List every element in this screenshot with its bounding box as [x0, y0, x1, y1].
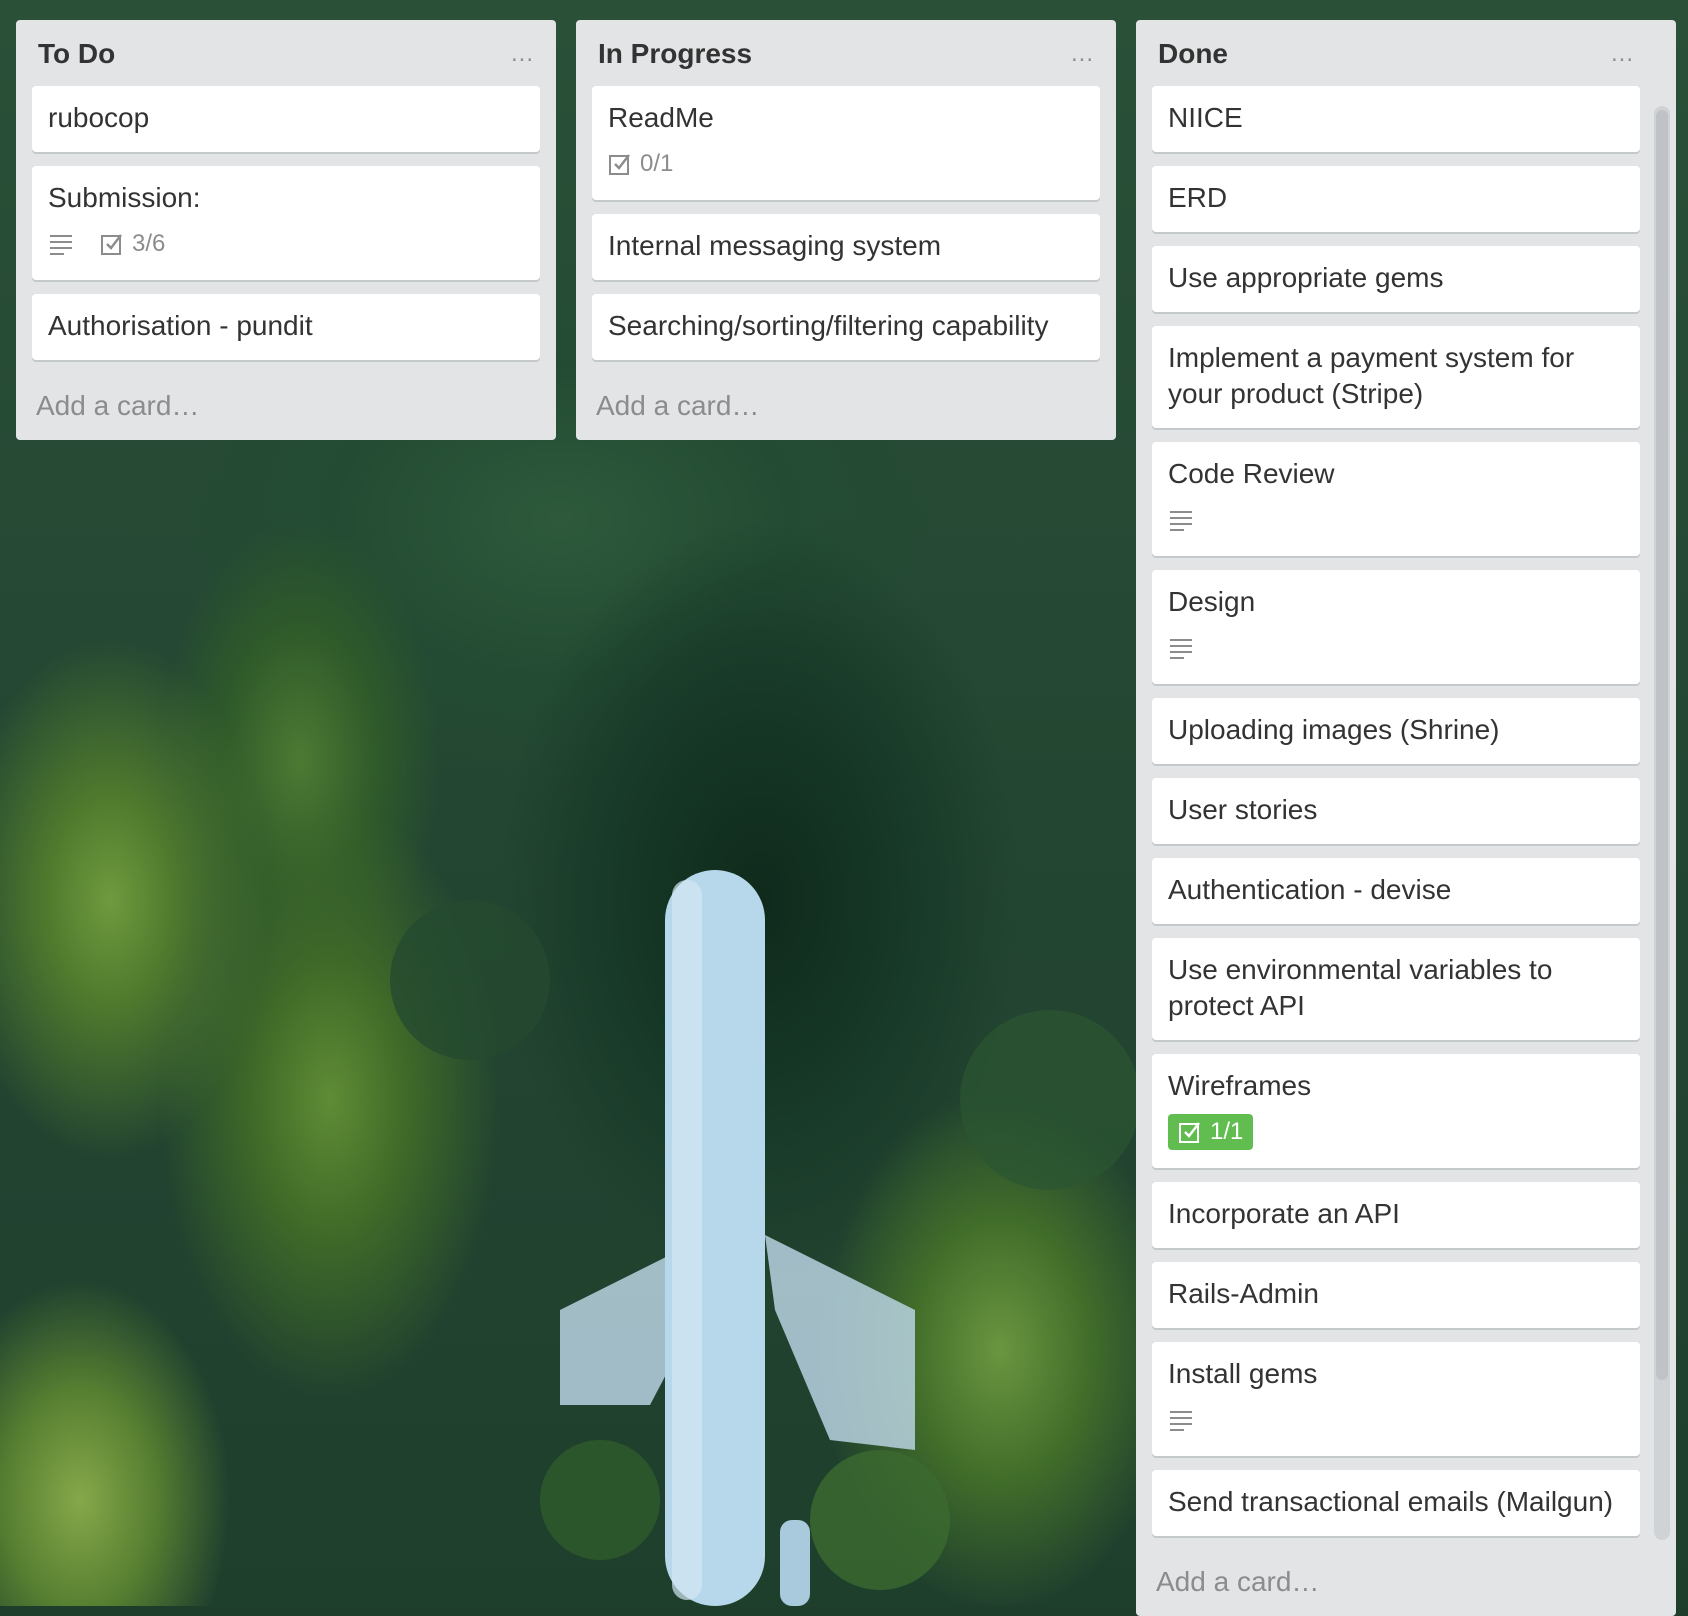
card[interactable]: Authentication - devise — [1152, 858, 1640, 924]
card-badges: 0/1 — [608, 144, 1084, 184]
card[interactable]: Rails-Admin — [1152, 1262, 1640, 1328]
description-icon — [48, 233, 74, 255]
list-header: To Do ... — [16, 20, 556, 86]
card[interactable]: Use environmental variables to protect A… — [1152, 938, 1640, 1040]
card-title: User stories — [1168, 794, 1318, 825]
card[interactable]: Incorporate an API — [1152, 1182, 1640, 1248]
card-badges — [1168, 1400, 1624, 1440]
checklist-count: 3/6 — [132, 230, 166, 257]
card[interactable]: Submission: 3/6 — [32, 166, 540, 280]
card[interactable]: Design — [1152, 570, 1640, 684]
card-title: rubocop — [48, 102, 150, 133]
card-title: Uploading images (Shrine) — [1168, 714, 1500, 745]
card-title: Rails-Admin — [1168, 1278, 1319, 1309]
card[interactable]: Authorisation - pundit — [32, 294, 540, 360]
card-list: ReadMe 0/1 Internal messaging system Sea… — [576, 86, 1116, 360]
card[interactable]: User stories — [1152, 778, 1640, 844]
list-title[interactable]: To Do — [38, 38, 115, 70]
description-icon — [1168, 1409, 1194, 1431]
card[interactable]: ReadMe 0/1 — [592, 86, 1100, 200]
checklist-badge: 3/6 — [100, 230, 165, 258]
list-scrollbar-thumb[interactable] — [1656, 110, 1668, 1380]
card[interactable]: Use appropriate gems — [1152, 246, 1640, 312]
card-title: Use environmental variables to protect A… — [1168, 954, 1553, 1021]
card[interactable]: Send transactional emails (Mailgun) — [1152, 1470, 1640, 1536]
add-card-button[interactable]: Add a card… — [16, 374, 556, 440]
card[interactable]: Uploading images (Shrine) — [1152, 698, 1640, 764]
card-title: Wireframes — [1168, 1070, 1312, 1101]
list-header: Done ... — [1136, 20, 1656, 86]
card[interactable]: ERD — [1152, 166, 1640, 232]
card-title: Implement a payment system for your prod… — [1168, 342, 1575, 409]
card[interactable]: Implement a payment system for your prod… — [1152, 326, 1640, 428]
checklist-icon — [1179, 1122, 1200, 1143]
card-title: Submission: — [48, 182, 201, 213]
card-badges: 1/1 — [1168, 1112, 1624, 1152]
list-title[interactable]: Done — [1158, 38, 1228, 70]
list-title[interactable]: In Progress — [598, 38, 752, 70]
card-title: ReadMe — [608, 102, 714, 133]
card-badges — [1168, 500, 1624, 540]
card[interactable]: rubocop — [32, 86, 540, 152]
card[interactable]: Internal messaging system — [592, 214, 1100, 280]
checklist-complete-badge: 1/1 — [1168, 1114, 1254, 1150]
card-title: Authentication - devise — [1168, 874, 1452, 905]
checklist-badge: 0/1 — [608, 150, 673, 178]
checklist-count: 0/1 — [640, 150, 674, 177]
board: To Do ... rubocop Submission: 3/6 Author… — [0, 0, 1688, 1616]
list-scrollbar[interactable] — [1654, 106, 1670, 1540]
list-header: In Progress ... — [576, 20, 1116, 86]
card-title: NIICE — [1168, 102, 1243, 133]
card-title: Design — [1168, 586, 1256, 617]
list-to-do: To Do ... rubocop Submission: 3/6 Author… — [16, 20, 556, 440]
card[interactable]: Searching/sorting/filtering capability — [592, 294, 1100, 360]
card-list: NIICE ERD Use appropriate gems Implement… — [1136, 86, 1656, 1536]
card-title: Authorisation - pundit — [48, 310, 313, 341]
card-title: Send transactional emails (Mailgun) — [1168, 1486, 1614, 1517]
add-card-button[interactable]: Add a card… — [576, 374, 1116, 440]
list-menu-icon[interactable]: ... — [511, 40, 534, 68]
card-title: Internal messaging system — [608, 230, 942, 261]
card-badges: 3/6 — [48, 224, 524, 264]
card-title: Searching/sorting/filtering capability — [608, 310, 1049, 341]
checklist-icon — [101, 234, 122, 255]
card[interactable]: Code Review — [1152, 442, 1640, 556]
card-list: rubocop Submission: 3/6 Authorisation - … — [16, 86, 556, 360]
card[interactable]: Wireframes 1/1 — [1152, 1054, 1640, 1168]
card-title: Install gems — [1168, 1358, 1318, 1389]
list-in-progress: In Progress ... ReadMe 0/1 Internal mess… — [576, 20, 1116, 440]
description-icon — [1168, 509, 1194, 531]
list-done: Done ... NIICE ERD Use appropriate gems … — [1136, 20, 1676, 1616]
list-menu-icon[interactable]: ... — [1071, 40, 1094, 68]
card-title: ERD — [1168, 182, 1228, 213]
checklist-icon — [609, 154, 630, 175]
card-badges — [1168, 628, 1624, 668]
card-title: Code Review — [1168, 458, 1335, 489]
add-card-button[interactable]: Add a card… — [1136, 1550, 1656, 1616]
card-title: Incorporate an API — [1168, 1198, 1400, 1229]
list-menu-icon[interactable]: ... — [1611, 40, 1634, 68]
checklist-count: 1/1 — [1210, 1118, 1244, 1145]
card[interactable]: Install gems — [1152, 1342, 1640, 1456]
card-title: Use appropriate gems — [1168, 262, 1444, 293]
card[interactable]: NIICE — [1152, 86, 1640, 152]
description-icon — [1168, 637, 1194, 659]
